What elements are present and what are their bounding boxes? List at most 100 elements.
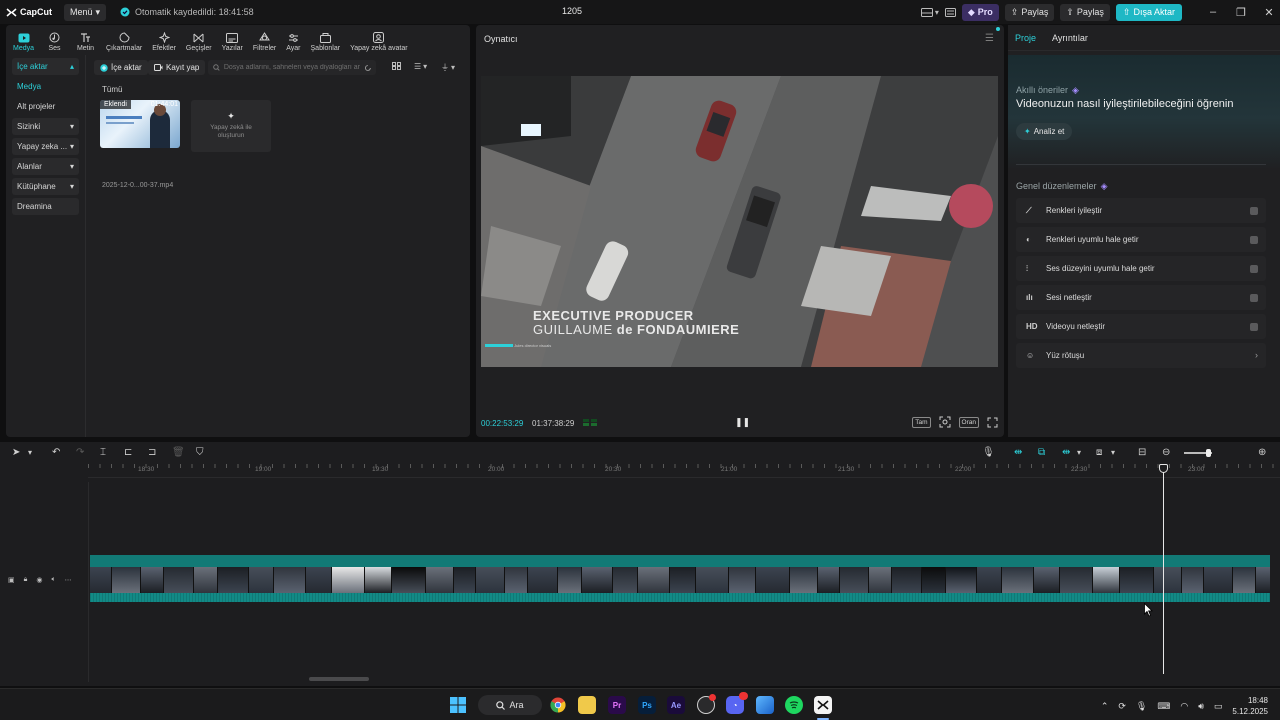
lock-icon[interactable]: 🔒︎: [24, 576, 28, 584]
playhead-handle[interactable]: [1159, 464, 1168, 473]
chevron-down-icon[interactable]: ▾: [28, 448, 32, 457]
maximize-icon[interactable]: ❐: [1230, 6, 1252, 19]
microphone-icon[interactable]: 🎙: [982, 447, 995, 458]
magnet-icon[interactable]: ⧉: [1038, 447, 1045, 458]
sidebar-item-media[interactable]: Medya: [12, 78, 79, 95]
spotify-icon[interactable]: [785, 696, 803, 714]
playhead[interactable]: [1163, 464, 1164, 674]
face-retouch-row[interactable]: ☺ Yüz rötuşu ›: [1016, 343, 1266, 368]
chevron-down-icon[interactable]: ▾: [1077, 448, 1081, 457]
sync-icon[interactable]: ⟳: [1118, 701, 1126, 712]
audio-waveform[interactable]: [90, 593, 1270, 602]
import-button[interactable]: İçe aktar: [94, 60, 148, 75]
clarify-audio-row[interactable]: ılı Sesi netleştir: [1016, 285, 1266, 310]
wifi-icon[interactable]: ◠: [1180, 701, 1188, 712]
tab-audio[interactable]: Ses: [39, 25, 70, 53]
split-left-icon[interactable]: ⊏: [124, 447, 132, 458]
project-title[interactable]: 1205: [562, 6, 582, 16]
video-track[interactable]: [90, 567, 1270, 593]
tab-media[interactable]: Medya: [8, 25, 39, 53]
battery-icon[interactable]: ▭: [1214, 701, 1223, 712]
windows-start-icon[interactable]: [449, 696, 467, 714]
shield-icon[interactable]: ⛉: [196, 447, 204, 458]
more-icon[interactable]: ⋯: [65, 576, 72, 584]
tab-transitions[interactable]: Geçişler: [181, 25, 217, 53]
steam-icon[interactable]: [697, 694, 716, 714]
share-button-2[interactable]: ⇪ Paylaş: [1060, 3, 1110, 21]
time-ruler[interactable]: 18:30 19:00 19:30 20:00 20:30 21:00 21:3…: [88, 464, 1280, 478]
tab-captions[interactable]: Yazılar: [217, 25, 248, 53]
keyboard-icon[interactable]: ⌨: [1157, 701, 1170, 712]
share-button[interactable]: ⇪ Paylaş: [1004, 3, 1055, 21]
tab-effects[interactable]: Efektler: [147, 25, 181, 53]
discord-icon[interactable]: ◔: [726, 692, 748, 714]
volume-icon[interactable]: 🔊︎: [1198, 701, 1204, 712]
split-icon[interactable]: ⌶: [100, 447, 106, 458]
full-quality-button[interactable]: Tam: [912, 416, 931, 428]
fullscreen-icon[interactable]: [987, 417, 998, 428]
layout-icon[interactable]: [920, 7, 933, 17]
sidebar-item-import[interactable]: İçe aktar ▴: [12, 58, 79, 75]
match-colors-toggle[interactable]: [1250, 236, 1258, 244]
speaker-icon[interactable]: 🔈︎: [51, 576, 55, 584]
tab-details[interactable]: Ayrıntılar: [1052, 33, 1088, 43]
track-cover-icon[interactable]: ▣: [8, 576, 15, 584]
enhance-colors-row[interactable]: ⟋ Renkleri iyileştir: [1016, 198, 1266, 223]
undo-icon[interactable]: ↶: [52, 447, 60, 458]
menu-button[interactable]: Menü ▾: [64, 3, 107, 21]
capcut-icon[interactable]: [814, 696, 832, 714]
export-button[interactable]: ⇧ Dışa Aktar: [1115, 3, 1182, 21]
sidebar-item-library[interactable]: Kütüphane ▾: [12, 178, 79, 195]
filter-button[interactable]: ⏚ ▾: [441, 62, 455, 73]
system-clock[interactable]: 18:48 5.12.2025: [1232, 695, 1268, 717]
file-explorer-icon[interactable]: [578, 696, 596, 714]
tab-stickers[interactable]: Çıkartmalar: [101, 25, 147, 53]
match-colors-row[interactable]: ◐ Renkleri uyumlu hale getir: [1016, 227, 1266, 252]
chrome-icon[interactable]: [549, 696, 567, 714]
sidebar-item-ai[interactable]: Yapay zeka ... ▾: [12, 138, 79, 155]
sharpen-video-row[interactable]: HD Videoyu netleştir: [1016, 314, 1266, 339]
redo-icon[interactable]: ↷: [76, 447, 84, 458]
view-grid-button[interactable]: [392, 62, 401, 70]
tab-adjust[interactable]: Ayar: [281, 25, 305, 53]
sidebar-item-yours[interactable]: Sizinki ▾: [12, 118, 79, 135]
chevron-up-icon[interactable]: ⌃: [1101, 701, 1109, 712]
pro-button[interactable]: ◆ Pro: [961, 3, 999, 21]
premiere-pro-icon[interactable]: Pr: [608, 696, 626, 714]
photos-icon[interactable]: [756, 696, 774, 714]
snap-icon[interactable]: ⇹: [1062, 447, 1070, 458]
aspect-ratio-button[interactable]: Oran: [958, 416, 979, 428]
shortcuts-icon[interactable]: [944, 7, 956, 17]
photoshop-icon[interactable]: Ps: [638, 696, 656, 714]
record-button[interactable]: Kayıt yap: [148, 60, 206, 75]
video-preview[interactable]: EXECUTIVE PRODUCER GUILLAUME de FONDAUMI…: [481, 76, 998, 367]
enhance-colors-toggle[interactable]: [1250, 207, 1258, 215]
sidebar-item-spaces[interactable]: Alanlar ▾: [12, 158, 79, 175]
preview-axis-icon[interactable]: ⧈: [1096, 447, 1102, 458]
menu-lines-icon[interactable]: ☰: [985, 33, 994, 44]
clip-header-bar[interactable]: [90, 555, 1270, 567]
sort-button[interactable]: ☰ ▾: [414, 62, 427, 71]
chevron-down-icon[interactable]: ▾: [935, 8, 939, 17]
tab-project[interactable]: Proje: [1015, 33, 1036, 43]
microphone-icon[interactable]: 🎙: [1136, 701, 1147, 712]
pause-icon[interactable]: ❚❚: [735, 417, 750, 428]
zoom-slider-handle[interactable]: [1206, 449, 1211, 457]
eye-icon[interactable]: ◉: [36, 576, 42, 584]
sidebar-item-subprojects[interactable]: Alt projeler: [12, 98, 79, 115]
match-volume-row[interactable]: ⫶ Ses düzeyini uyumlu hale getir: [1016, 256, 1266, 281]
after-effects-icon[interactable]: Ae: [667, 696, 685, 714]
media-clip-thumbnail[interactable]: Eklendi 01:44:01: [100, 100, 180, 148]
chevron-down-icon[interactable]: ▾: [1111, 448, 1115, 457]
clarify-audio-toggle[interactable]: [1250, 294, 1258, 302]
refresh-icon[interactable]: [364, 64, 372, 72]
taskbar-search-button[interactable]: Ara: [478, 695, 542, 715]
link-clips-icon[interactable]: ⇹: [1014, 447, 1022, 458]
analyze-button[interactable]: ✦ Analiz et: [1016, 123, 1073, 140]
sidebar-item-dreamina[interactable]: Dreamina: [12, 198, 79, 215]
search-input[interactable]: Dosya adlarını, sahneleri veya diyalogla…: [208, 60, 376, 75]
close-icon[interactable]: ✕: [1258, 6, 1280, 19]
zoom-out-icon[interactable]: ⊖: [1162, 447, 1170, 458]
snapshot-icon[interactable]: [939, 416, 951, 428]
split-right-icon[interactable]: ⊐: [148, 447, 156, 458]
